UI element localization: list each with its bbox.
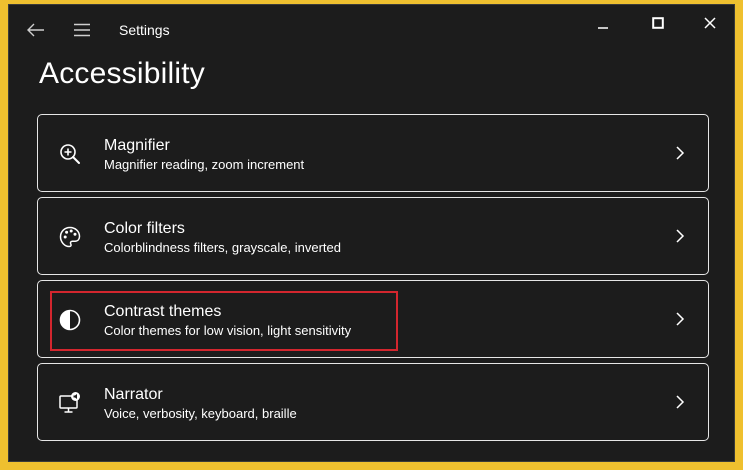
color-filters-card[interactable]: Color filters Colorblindness filters, gr… [37, 197, 709, 275]
close-button[interactable] [685, 5, 735, 41]
contrast-icon [59, 309, 81, 331]
magnifier-card[interactable]: Magnifier Magnifier reading, zoom increm… [37, 114, 709, 192]
minimize-button[interactable] [578, 5, 628, 41]
narrator-card[interactable]: Narrator Voice, verbosity, keyboard, bra… [37, 363, 709, 441]
back-arrow-icon [27, 23, 44, 37]
card-description: Color themes for low vision, light sensi… [104, 323, 352, 338]
card-description: Voice, verbosity, keyboard, braille [104, 406, 297, 421]
card-title: Magnifier [104, 137, 170, 154]
card-title: Contrast themes [104, 303, 222, 320]
magnifier-icon [60, 144, 80, 164]
close-icon [704, 17, 716, 29]
chevron-right-icon [676, 312, 685, 326]
maximize-icon [652, 17, 664, 29]
minimize-icon [598, 27, 608, 29]
page-title: Accessibility [39, 57, 205, 90]
narrator-icon [59, 392, 80, 413]
title-bar: Settings [9, 5, 734, 53]
chevron-right-icon [676, 146, 685, 160]
chevron-right-icon [676, 229, 685, 243]
chevron-right-icon [676, 395, 685, 409]
hamburger-menu-icon [74, 23, 90, 37]
maximize-button[interactable] [633, 5, 683, 41]
back-button[interactable] [23, 17, 49, 43]
card-title: Color filters [104, 220, 185, 237]
card-title: Narrator [104, 386, 163, 403]
palette-icon [59, 226, 81, 248]
app-title: Settings [119, 22, 170, 38]
highlight-box [50, 291, 398, 351]
menu-button[interactable] [69, 17, 95, 43]
settings-window: Settings Accessibility Magnifier Magnifi… [8, 4, 735, 462]
contrast-themes-card[interactable]: Contrast themes Color themes for low vis… [37, 280, 709, 358]
card-description: Magnifier reading, zoom increment [104, 157, 305, 172]
card-description: Colorblindness filters, grayscale, inver… [104, 240, 341, 255]
